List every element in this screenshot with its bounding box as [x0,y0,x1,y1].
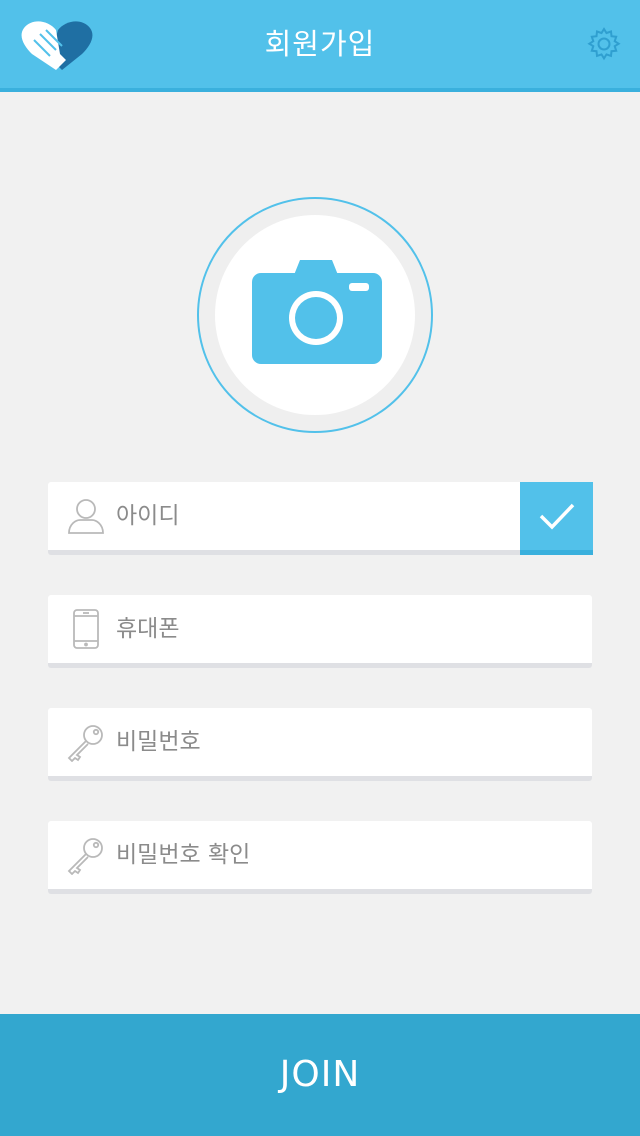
password-confirm-field[interactable]: 비밀번호 확인 [48,821,592,894]
id-field[interactable]: 아이디 [48,482,592,555]
camera-icon[interactable] [252,258,382,364]
page-title: 회원가입 [264,27,376,61]
phone-field[interactable]: 휴대폰 [48,595,592,668]
gear-icon[interactable] [586,26,622,62]
join-button[interactable]: JOIN [0,1014,640,1136]
id-check-button[interactable] [520,482,593,555]
password-field[interactable]: 비밀번호 [48,708,592,781]
app-header: 회원가입 [0,0,640,92]
checkmark-icon [539,503,575,530]
